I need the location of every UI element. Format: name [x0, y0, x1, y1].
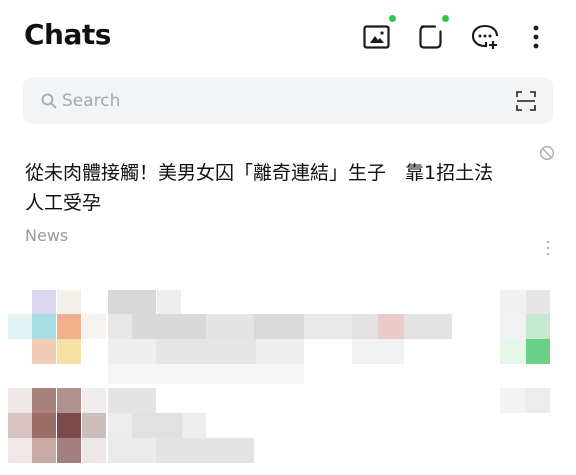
notification-dot: [442, 15, 449, 22]
square-chat-icon[interactable]: [416, 22, 446, 52]
notification-dot: [389, 15, 396, 22]
scan-icon[interactable]: [515, 90, 537, 112]
page-title: Chats: [24, 18, 111, 51]
mute-icon[interactable]: [539, 145, 555, 161]
search-icon: [40, 92, 58, 110]
pixelated-chat-list: [0, 285, 576, 475]
new-chat-icon[interactable]: [470, 22, 500, 52]
album-icon[interactable]: [362, 22, 392, 52]
search-placeholder: Search: [62, 91, 121, 111]
news-source: News: [25, 226, 69, 245]
news-headline[interactable]: 從未肉體接觸！美男女囚「離奇連結」生子 靠1招土法人工受孕: [25, 158, 505, 218]
item-more-icon[interactable]: [544, 239, 552, 257]
more-vertical-icon[interactable]: [526, 22, 546, 52]
